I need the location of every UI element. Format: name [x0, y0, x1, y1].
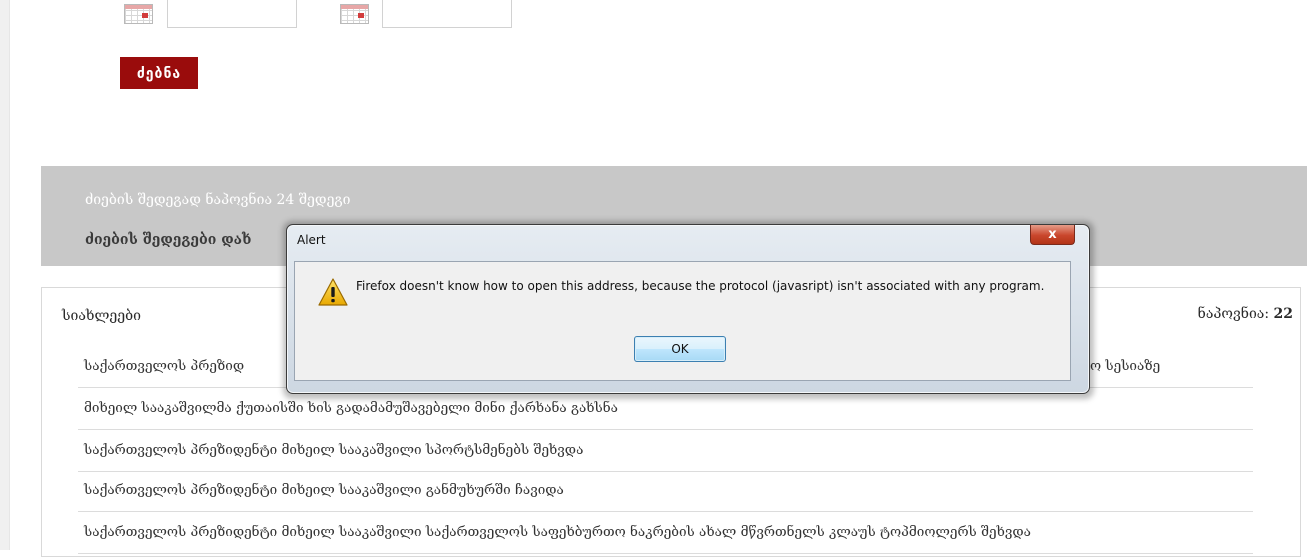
list-item: საქართველოს პრეზიდენტი მიხეილ სააკაშვილი…: [78, 514, 1253, 554]
news-link[interactable]: საქართველოს პრეზიდენტი მიხეილ სააკაშვილი…: [84, 524, 1031, 540]
alert-message: Firefox doesn't know how to open this ad…: [356, 279, 1045, 293]
calendar-icon[interactable]: [124, 4, 153, 24]
alert-dialog-title: Alert: [297, 233, 326, 247]
news-link[interactable]: საქართველოს პრეზიდენტი მიხეილ სააკაშვილი…: [84, 442, 583, 458]
news-link[interactable]: საქართველოს პრეზიდ: [84, 358, 244, 374]
results-sort-text: ძიების შედეგები დახ: [85, 232, 252, 248]
warning-icon: [318, 278, 348, 306]
list-item: საქართველოს პრეზიდენტი მიხეილ სააკაშვილი…: [78, 472, 1253, 512]
date-to-input[interactable]: [382, 0, 512, 28]
search-button[interactable]: ძებნა: [120, 57, 198, 89]
news-found-number: 22: [1273, 306, 1293, 322]
date-from-input[interactable]: [167, 0, 297, 28]
news-panel-title: სიახლეები: [62, 308, 141, 324]
close-button[interactable]: x: [1030, 225, 1075, 245]
list-item: საქართველოს პრეზიდენტი მიხეილ სააკაშვილი…: [78, 432, 1253, 472]
news-found-label: ნაპოვნია:: [1197, 306, 1270, 322]
news-link[interactable]: მიხეილ სააკაშვილმა ქუთაისში ხის გადამამუ…: [84, 400, 618, 416]
calendar-icon[interactable]: [340, 4, 369, 24]
page-left-edge: [0, 0, 10, 550]
news-link-tail[interactable]: ო სესიაზე: [1090, 358, 1160, 374]
ok-button[interactable]: OK: [634, 336, 726, 362]
news-found-count: ნაპოვნია: 22: [1198, 306, 1293, 322]
news-link[interactable]: საქართველოს პრეზიდენტი მიხეილ სააკაშვილი…: [84, 482, 564, 498]
results-found-text: ძიების შედეგად ნაპოვნია 24 შედეგი: [85, 192, 351, 208]
